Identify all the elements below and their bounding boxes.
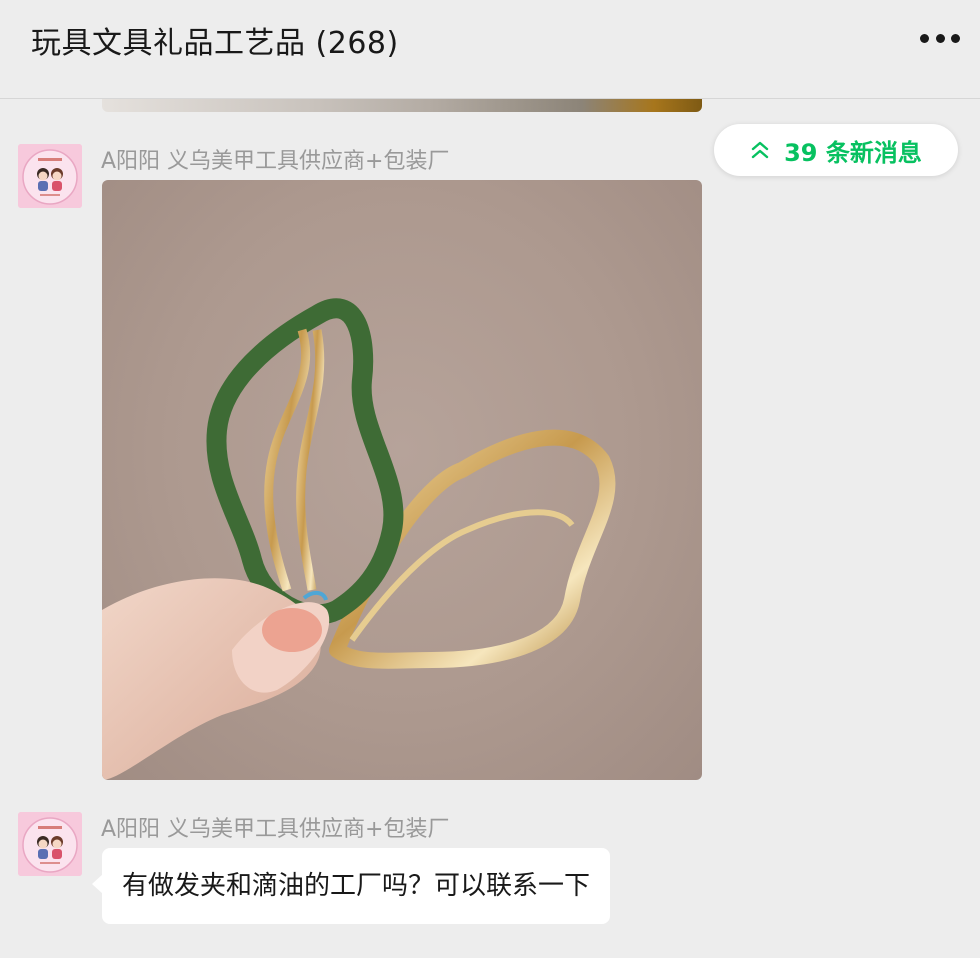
chat-title: 玩具文具礼品工艺品 (268) <box>31 26 399 61</box>
text-message-bubble[interactable]: 有做发夹和滴油的工厂吗？可以联系一下 <box>91 848 611 924</box>
image-message[interactable] <box>102 180 702 780</box>
new-messages-label: 39 条新消息 <box>784 138 922 167</box>
avatar[interactable] <box>18 812 82 876</box>
previous-image-message[interactable] <box>102 98 702 112</box>
photo-hairclips-icon <box>102 298 616 780</box>
chat-header: 玩具文具礼品工艺品 (268) <box>0 0 980 99</box>
double-chevron-up-icon <box>751 141 769 159</box>
sender-name: A阳阳 义乌美甲工具供应商+包装厂 <box>101 149 450 174</box>
sender-name: A阳阳 义乌美甲工具供应商+包装厂 <box>101 817 450 842</box>
message-text: 有做发夹和滴油的工厂吗？可以联系一下 <box>122 871 591 901</box>
new-messages-button[interactable]: 39 条新消息 <box>714 124 958 176</box>
more-dots-icon[interactable] <box>920 26 960 50</box>
avatar[interactable] <box>18 144 82 208</box>
